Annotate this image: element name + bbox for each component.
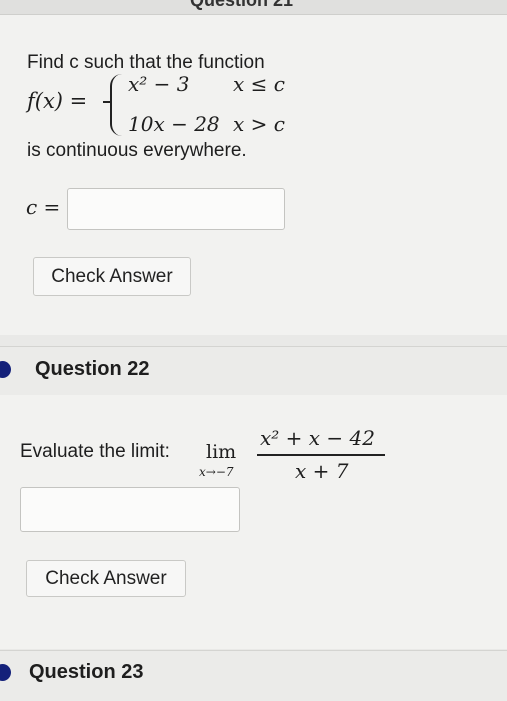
limit-denominator: x + 7 <box>295 459 349 483</box>
piecewise-brace <box>103 74 126 136</box>
c-answer-label: c = <box>26 195 61 219</box>
fraction-bar <box>257 454 385 456</box>
limit-subscript: x→−7 <box>199 465 234 479</box>
q21-check-answer-button[interactable]: Check Answer <box>33 257 191 296</box>
q22-prompt: Evaluate the limit: <box>20 441 170 462</box>
function-label: f(x) = <box>27 89 88 113</box>
q22-check-answer-button[interactable]: Check Answer <box>26 560 186 597</box>
previous-question-header: Question 21 <box>0 0 507 15</box>
q21-suffix: is continuous everywhere. <box>27 140 247 161</box>
c-answer-input[interactable] <box>67 188 285 230</box>
question-22-title[interactable]: Question 22 <box>35 358 149 381</box>
question-23-title[interactable]: Question 23 <box>29 661 143 684</box>
q21-prompt: Find c such that the function <box>27 52 265 73</box>
cut-title: Question 21 <box>190 0 294 10</box>
case1-condition: x ≤ c <box>233 72 285 96</box>
case1-expression: x² − 3 <box>128 72 190 96</box>
limit-word: lim <box>206 441 237 463</box>
case2-expression: 10x − 28 <box>128 112 220 136</box>
limit-answer-input[interactable] <box>20 487 240 532</box>
case2-condition: x > c <box>233 112 285 136</box>
limit-numerator: x² + x − 42 <box>260 426 375 450</box>
